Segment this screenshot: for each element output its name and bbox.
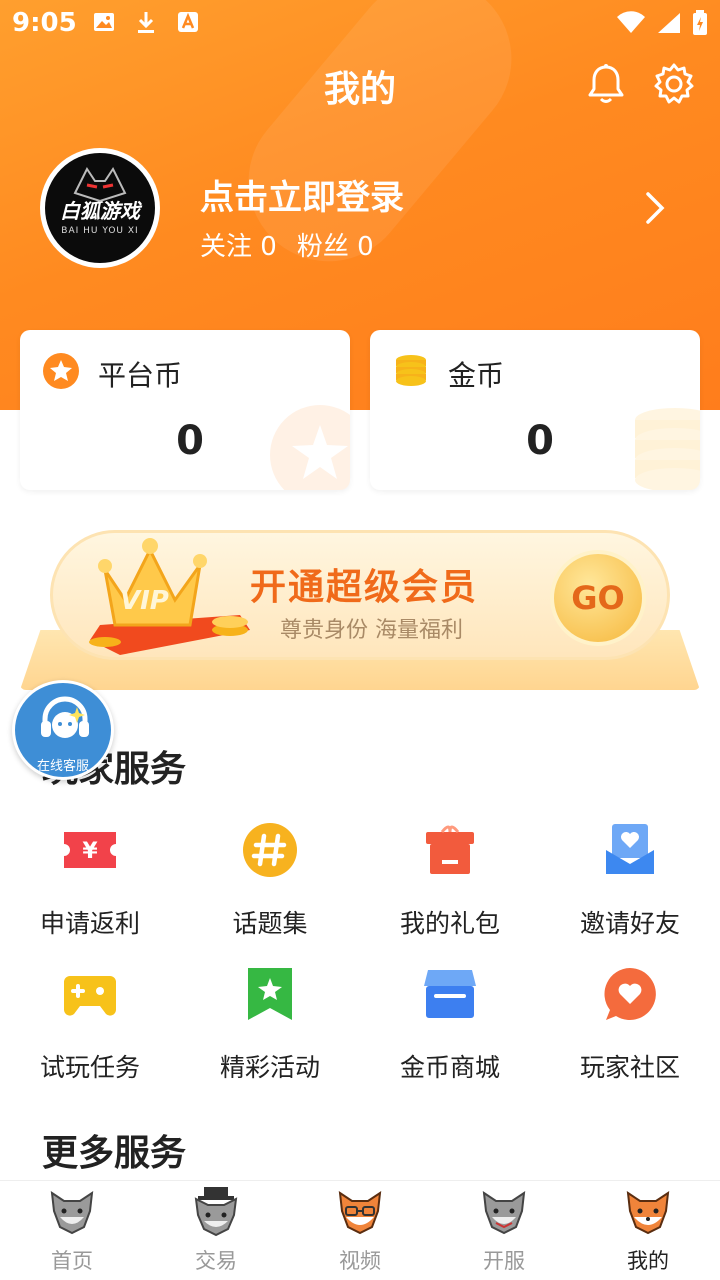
gear-icon[interactable] bbox=[652, 62, 696, 106]
nav-label: 交易 bbox=[195, 1249, 237, 1273]
vip-crown-icon: VIP bbox=[60, 530, 260, 660]
service-label: 邀请好友 bbox=[579, 909, 680, 938]
nav-tab-trade[interactable]: 交易 bbox=[144, 1181, 288, 1280]
fox-logo-icon bbox=[73, 167, 127, 203]
star-coin-icon bbox=[42, 352, 80, 390]
image-notification-icon bbox=[92, 10, 116, 34]
gamepad-icon bbox=[62, 966, 118, 1022]
nav-tab-servers[interactable]: 开服 bbox=[432, 1181, 576, 1280]
platform-coin-label: 平台币 bbox=[98, 359, 183, 392]
nav-tab-home[interactable]: 首页 bbox=[0, 1181, 144, 1280]
nav-label: 我的 bbox=[627, 1249, 669, 1273]
service-item-rebate[interactable]: ¥ 申请返利 bbox=[0, 822, 180, 952]
wolf-hat-icon bbox=[188, 1187, 244, 1237]
bookmark-star-icon bbox=[242, 966, 298, 1022]
star-decoration-icon bbox=[270, 400, 350, 490]
nav-label: 视频 bbox=[339, 1249, 381, 1273]
app-notification-icon bbox=[176, 10, 200, 34]
login-prompt[interactable]: 点击立即登录 bbox=[200, 170, 404, 219]
service-item-trial-tasks[interactable]: 试玩任务 bbox=[0, 966, 180, 1096]
store-icon bbox=[422, 966, 478, 1022]
service-label: 申请返利 bbox=[39, 909, 140, 938]
vip-title: 开通超级会员 bbox=[250, 567, 479, 608]
rebate-ticket-icon: ¥ bbox=[62, 822, 118, 878]
online-service-button[interactable]: 在线客服 bbox=[12, 680, 114, 780]
service-item-coin-store[interactable]: 金币商城 bbox=[360, 966, 540, 1096]
fox-profile-icon bbox=[620, 1187, 676, 1237]
bottom-nav: 首页 交易 视频 开服 我的 bbox=[0, 1180, 720, 1280]
nav-tab-video[interactable]: 视频 bbox=[288, 1181, 432, 1280]
vip-banner[interactable]: VIP 开通超级会员 尊贵身份 海量福利 GO bbox=[20, 530, 700, 700]
gold-coin-card[interactable]: 金币 0 bbox=[370, 330, 700, 490]
status-time: 9:05 bbox=[12, 8, 77, 38]
nav-label: 首页 bbox=[51, 1249, 93, 1273]
fox-glasses-icon bbox=[332, 1187, 388, 1237]
service-label: 精彩活动 bbox=[219, 1053, 320, 1082]
service-item-topics[interactable]: 话题集 bbox=[180, 822, 360, 952]
status-bar: 9:05 bbox=[0, 0, 720, 50]
bell-icon[interactable] bbox=[584, 62, 628, 106]
svg-text:¥: ¥ bbox=[82, 839, 98, 864]
wolf-home-icon bbox=[44, 1187, 100, 1237]
service-item-invite[interactable]: 邀请好友 bbox=[540, 822, 720, 952]
wolf-server-icon bbox=[476, 1187, 532, 1237]
platform-coin-card[interactable]: 平台币 0 bbox=[20, 330, 350, 490]
fans-stat[interactable]: 粉丝 0 bbox=[297, 226, 374, 263]
online-service-label: 在线客服 bbox=[36, 759, 89, 774]
service-item-events[interactable]: 精彩活动 bbox=[180, 966, 360, 1096]
wifi-icon bbox=[616, 11, 646, 42]
battery-icon bbox=[692, 10, 708, 43]
headset-icon bbox=[35, 691, 95, 751]
vip-badge-text: VIP bbox=[120, 586, 169, 616]
section-title-more-services: 更多服务 bbox=[30, 1124, 186, 1182]
follow-stats: 关注 0 粉丝 0 bbox=[200, 226, 374, 263]
gold-coins-icon bbox=[392, 352, 430, 390]
follow-stat[interactable]: 关注 0 bbox=[200, 226, 277, 263]
service-label: 试玩任务 bbox=[39, 1053, 140, 1082]
chat-heart-icon bbox=[602, 966, 658, 1022]
hashtag-icon bbox=[242, 822, 298, 878]
coin-stack-decoration-icon bbox=[620, 400, 700, 490]
service-item-gifts[interactable]: 我的礼包 bbox=[360, 822, 540, 952]
gift-box-icon bbox=[422, 822, 478, 878]
vip-go-button[interactable]: GO bbox=[550, 550, 646, 646]
service-label: 玩家社区 bbox=[579, 1053, 680, 1082]
cellular-signal-icon bbox=[656, 11, 682, 42]
chevron-right-icon[interactable] bbox=[640, 190, 670, 226]
service-label: 金币商城 bbox=[399, 1053, 500, 1082]
gold-coin-label: 金币 bbox=[448, 359, 505, 392]
service-item-community[interactable]: 玩家社区 bbox=[540, 966, 720, 1096]
avatar[interactable]: 白狐游戏 BAI HU YOU XI bbox=[40, 148, 160, 268]
vip-subtitle: 尊贵身份 海量福利 bbox=[280, 618, 463, 643]
service-label: 我的礼包 bbox=[399, 909, 500, 938]
invite-heart-icon bbox=[602, 822, 658, 878]
download-notification-icon bbox=[134, 10, 158, 34]
nav-label: 开服 bbox=[483, 1249, 525, 1273]
nav-tab-profile[interactable]: 我的 bbox=[576, 1181, 720, 1280]
avatar-logo-subtext: BAI HU YOU XI bbox=[61, 225, 139, 236]
service-label: 话题集 bbox=[232, 909, 308, 938]
